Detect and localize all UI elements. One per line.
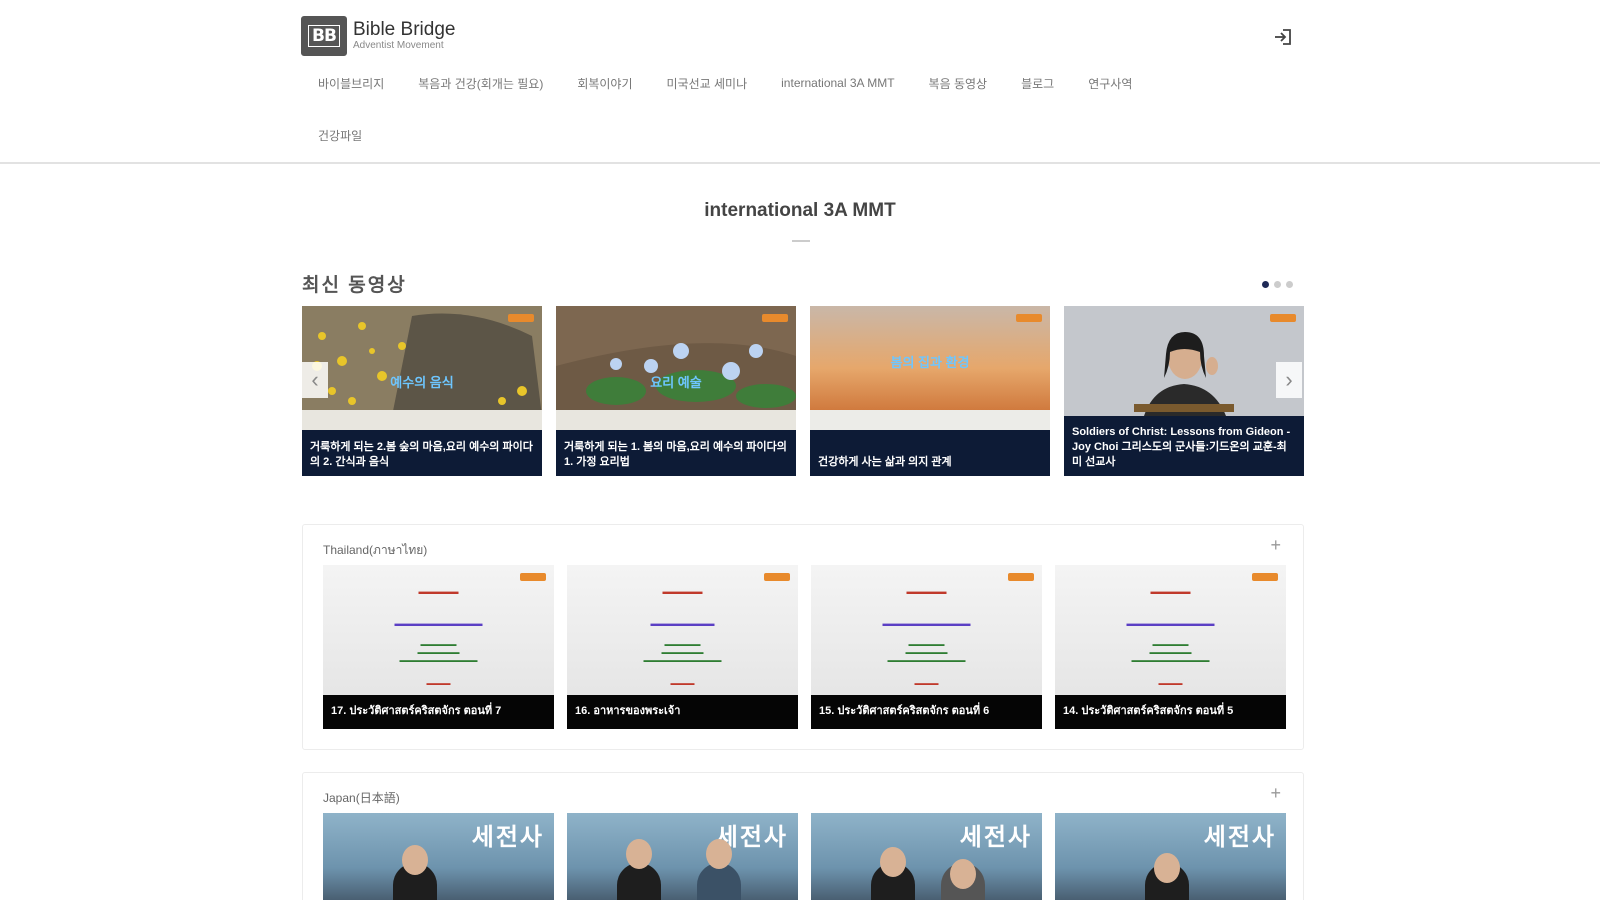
logo-title: Bible Bridge [353, 19, 456, 40]
nav-item-health-files[interactable]: 건강파일 [318, 127, 362, 144]
category-title: Thailand(ภาษาไทย) [323, 543, 428, 557]
channel-badge [520, 573, 546, 581]
nav-item-research[interactable]: 연구사역 [1088, 75, 1132, 92]
thumbnail-banner: 세전사 [471, 823, 544, 851]
video-card[interactable]: ▬▬▬▬▬ ▬▬▬▬▬▬▬▬ ▬▬▬▬▬▬ ▬▬▬▬▬▬▬ ▬▬▬▬▬▬▬▬▬▬▬▬… [567, 565, 798, 729]
channel-badge [508, 314, 534, 322]
thumbnail-title: 요리 예술 [650, 375, 702, 390]
video-card[interactable]: ▬▬▬▬▬ ▬▬▬▬▬▬▬▬▬▬▬ ▬▬▬▬▬▬ ▬▬▬▬▬▬▬ ▬▬▬▬▬▬▬▬▬… [1055, 565, 1286, 729]
video-card[interactable]: Soldiers of Christ: Lessons from Gideon … [1064, 306, 1304, 476]
video-card[interactable]: 요리 예술 거룩하게 되는 1. 봄의 마음,요리 예수의 파이다의 1. 가정… [556, 306, 796, 476]
thumbnail-banner: 세전사 [959, 823, 1032, 851]
latest-videos-carousel: 예수의 음식 거룩하게 되는 2.봄 숲의 마음,요리 예수의 파이다의 2. … [302, 306, 1304, 478]
video-card[interactable]: 봄의 집과 환경 건강하게 사는 삶과 의지 관계 [810, 306, 1050, 476]
video-card[interactable]: ▬▬▬▬▬ ▬▬▬▬▬▬▬▬▬▬▬ ▬▬▬▬▬▬ ▬▬▬▬▬▬▬ ▬▬▬▬▬▬▬▬▬… [811, 565, 1042, 729]
nav-item-mission-seminar[interactable]: 미국선교 세미나 [667, 75, 748, 92]
main-nav: 바이블브리지 복음과 건강(회개는 필요) 회복이야기 미국선교 세미나 int… [300, 68, 1280, 150]
title-divider [792, 240, 810, 242]
nav-item-gospel-health[interactable]: 복음과 건강(회개는 필요) [418, 75, 543, 92]
video-caption: 건강하게 사는 삶과 의지 관계 [818, 456, 952, 468]
nav-row-1: 바이블브리지 복음과 건강(회개는 필요) 회복이야기 미국선교 세미나 int… [300, 68, 1280, 98]
video-card[interactable]: 세전사 [567, 813, 798, 900]
more-plus-icon[interactable]: + [1270, 783, 1281, 804]
thumbnail-banner: 세전사 [1203, 823, 1276, 851]
carousel-pagination [1262, 281, 1293, 288]
video-caption: 15. ประวัติศาสตร์คริสตจักร ตอนที่ 6 [819, 705, 990, 717]
thumbnail-person-head [1154, 853, 1180, 883]
logo-mark: BB [301, 16, 347, 56]
channel-badge [1016, 314, 1042, 322]
nav-item-biblebridge[interactable]: 바이블브리지 [318, 75, 384, 92]
latest-videos-heading: 최신 동영상 [302, 275, 407, 296]
carousel-dot-1[interactable] [1262, 281, 1269, 288]
chevron-right-icon: › [1285, 367, 1293, 392]
video-card[interactable]: 세전사 [323, 813, 554, 900]
site-logo[interactable]: BB Bible Bridge Adventist Movement [301, 16, 455, 56]
thumbnail-title: 예수의 음식 [390, 375, 454, 390]
video-caption: Soldiers of Christ: Lessons from Gideon … [1072, 426, 1291, 468]
nav-item-recovery-stories[interactable]: 회복이야기 [577, 75, 632, 92]
channel-badge [1252, 573, 1278, 581]
video-caption: 거룩하게 되는 1. 봄의 마음,요리 예수의 파이다의 1. 가정 요리법 [564, 441, 787, 468]
more-plus-icon[interactable]: + [1270, 535, 1281, 556]
nav-item-international-3a-mmt[interactable]: international 3A MMT [781, 76, 894, 90]
logo-subtitle: Adventist Movement [353, 40, 444, 51]
thumbnail-person-head [950, 859, 976, 889]
video-card[interactable]: 세전사 [1055, 813, 1286, 900]
channel-badge [762, 314, 788, 322]
category-japan: Japan(日本語) + 세전사 세전사 세전사 세전사 [302, 772, 1304, 900]
channel-badge [764, 573, 790, 581]
video-card[interactable]: 예수의 음식 거룩하게 되는 2.봄 숲의 마음,요리 예수의 파이다의 2. … [302, 306, 542, 476]
chevron-left-icon: ‹ [311, 367, 319, 392]
carousel-dot-3[interactable] [1286, 281, 1293, 288]
thumbnail-title: 봄의 집과 환경 [890, 355, 970, 370]
nav-item-blog[interactable]: 블로그 [1021, 75, 1054, 92]
video-caption: 거룩하게 되는 2.봄 숲의 마음,요리 예수의 파이다의 2. 간식과 음식 [310, 441, 533, 468]
site-header: BB Bible Bridge Adventist Movement 바이블브리… [0, 0, 1600, 164]
nav-row-2: 건강파일 [300, 120, 1280, 150]
thumbnail-person-head [626, 839, 652, 869]
thumbnail-person-head [402, 845, 428, 875]
video-caption: 16. อาหารของพระเจ้า [575, 705, 681, 717]
video-card[interactable]: ▬▬▬▬▬ ▬▬▬▬▬▬▬▬▬▬▬ ▬▬▬▬▬▬ ▬▬▬▬▬▬▬ ▬▬▬▬▬▬▬▬▬… [323, 565, 554, 729]
video-caption: 14. ประวัติศาสตร์คริสตจักร ตอนที่ 5 [1063, 705, 1234, 717]
page-title: international 3A MMT [704, 200, 896, 221]
video-card[interactable]: 세전사 [811, 813, 1042, 900]
channel-badge [1008, 573, 1034, 581]
thumbnail-person-head [706, 839, 732, 869]
thumbnail-person-head [880, 847, 906, 877]
video-caption: 17. ประวัติศาสตร์คริสตจักร ตอนที่ 7 [331, 705, 502, 717]
channel-badge [1270, 314, 1296, 322]
carousel-prev-button[interactable]: ‹ [302, 362, 328, 398]
category-thailand: Thailand(ภาษาไทย) + ▬▬▬▬▬ ▬▬▬▬▬▬▬▬▬▬▬ ▬▬… [302, 524, 1304, 750]
login-icon[interactable] [1272, 26, 1294, 48]
category-title: Japan(日本語) [323, 791, 400, 805]
nav-item-gospel-videos[interactable]: 복음 동영상 [929, 75, 988, 92]
carousel-dot-2[interactable] [1274, 281, 1281, 288]
carousel-next-button[interactable]: › [1276, 362, 1302, 398]
